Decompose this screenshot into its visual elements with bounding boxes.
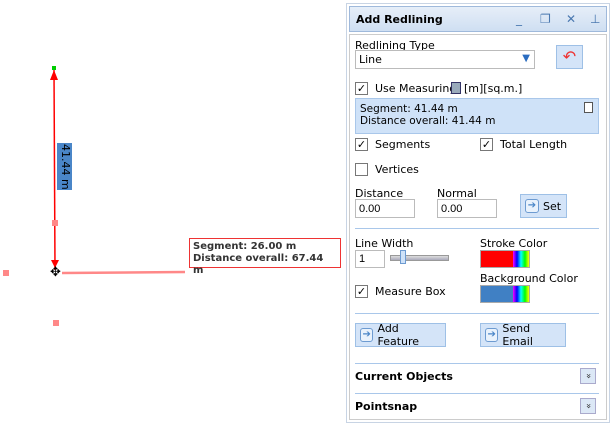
stroke-color-label: Stroke Color [480,237,548,250]
add-feature-button[interactable]: ➔ Add Feature [355,322,446,348]
stroke-color-picker[interactable] [480,250,530,268]
minimize-icon[interactable]: _ [516,12,522,26]
snap-handle[interactable] [53,320,59,326]
divider [355,363,599,364]
total-length-label: Total Length [500,138,568,151]
undo-button[interactable]: ↶ [556,45,583,69]
stroke-color-swatch [481,251,513,267]
divider [355,393,599,394]
background-color-swatch [481,286,513,302]
expand-current-objects-icon[interactable]: » [580,368,596,384]
arrow-right-icon: ➔ [525,199,539,213]
panel-titlebar: Add Redlining _ ❐ ✕ ⊥ [349,6,607,32]
calculator-icon[interactable] [451,82,461,94]
segment-length-label: 41.44 m [57,143,72,190]
arrow-right-icon: ➔ [485,328,499,342]
slider-handle[interactable] [400,250,406,264]
normal-input[interactable] [437,199,497,218]
current-objects-header[interactable]: Current Objects [355,370,453,383]
use-measuring-label: Use Measuring [375,82,457,95]
snap-handle[interactable] [3,270,9,276]
line-width-input[interactable] [355,250,385,268]
units-label: [m][sq.m.] [464,82,523,95]
send-email-button[interactable]: ➔ Send Email [480,322,566,348]
expand-pointsnap-icon[interactable]: » [580,398,596,414]
panel-body: Redlining Type Line ▼ ↶ ✓ Use Measuring … [349,34,607,420]
pin-icon[interactable]: ⊥ [590,12,600,26]
redlining-type-select[interactable]: Line ▼ [355,50,535,69]
color-spectrum-icon [513,286,529,302]
dropdown-arrow-icon: ▼ [522,53,530,64]
vertices-checkbox[interactable] [355,163,368,176]
segments-label: Segments [375,138,431,151]
measure-box-checkbox[interactable]: ✓ [355,285,368,298]
segments-checkbox[interactable]: ✓ [355,138,368,151]
total-length-checkbox[interactable]: ✓ [480,138,493,151]
drawn-line [50,69,186,275]
add-redlining-panel: Add Redlining _ ❐ ✕ ⊥ Redlining Type Lin… [346,3,610,423]
start-vertex[interactable] [52,66,56,70]
line-width-label: Line Width [355,237,414,250]
close-icon[interactable]: ✕ [566,12,576,26]
background-color-picker[interactable] [480,285,530,303]
map-canvas[interactable]: ✥ 41.44 m Segment: 26.00 m Distance over… [0,0,345,425]
background-color-label: Background Color [480,272,578,285]
restore-icon[interactable]: ❐ [540,12,551,26]
panel-title: Add Redlining [356,13,443,26]
divider [355,313,599,314]
divider [355,228,599,229]
color-spectrum-icon [513,251,529,267]
pointsnap-header[interactable]: Pointsnap [355,400,417,413]
crosshair-cursor-icon: ✥ [50,265,61,280]
measure-box-label: Measure Box [375,285,446,298]
vertices-label: Vertices [375,163,419,176]
clipboard-icon[interactable] [584,102,593,113]
line-width-slider[interactable] [390,255,449,261]
measure-info-box: Segment: 41.44 m Distance overall: 41.44… [355,98,599,134]
distance-input[interactable] [355,199,415,218]
arrow-right-icon: ➔ [360,328,374,342]
use-measuring-checkbox[interactable]: ✓ [355,82,368,95]
measure-tooltip: Segment: 26.00 m Distance overall: 67.44… [189,238,341,276]
midpoint-handle[interactable] [52,220,58,226]
set-button[interactable]: ➔ Set [520,194,567,218]
